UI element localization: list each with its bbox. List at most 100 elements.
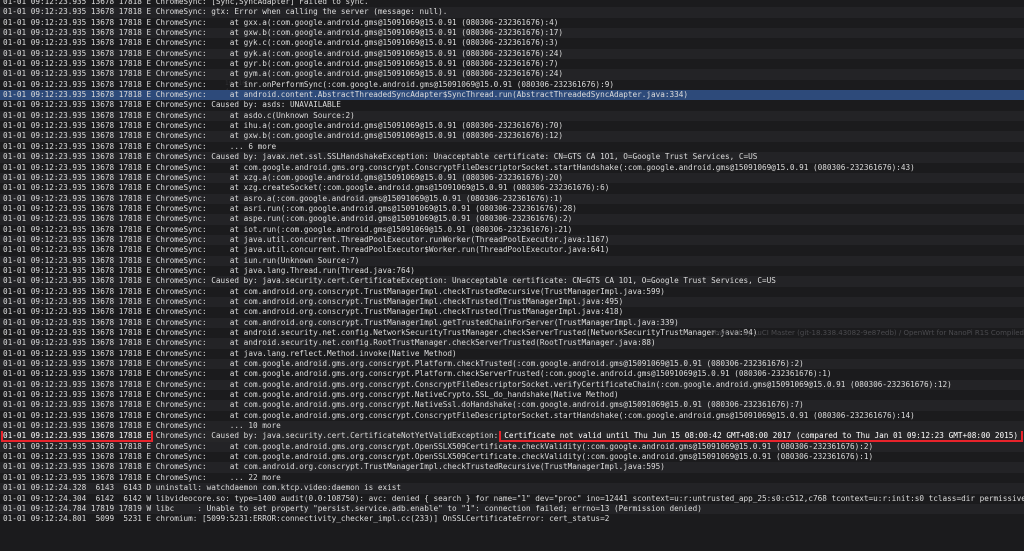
log-line[interactable]: 01-01 09:12:23.935 13678 17818 E ChromeS… bbox=[0, 349, 1024, 359]
log-message: ChromeSync: at aspe.run(:com.google.andr… bbox=[155, 214, 573, 224]
log-line[interactable]: 01-01 09:12:23.935 13678 17818 E ChromeS… bbox=[0, 152, 1024, 163]
log-message: ChromeSync: Caused by: java.security.cer… bbox=[155, 276, 776, 286]
log-line[interactable]: 01-01 09:12:23.935 13678 17818 E ChromeS… bbox=[0, 204, 1024, 214]
log-line[interactable]: 01-01 09:12:23.935 13678 17818 E ChromeS… bbox=[0, 121, 1024, 131]
log-message: ChromeSync: at com.android.org.conscrypt… bbox=[155, 307, 624, 317]
log-timestamp: 01-01 09:12:24.304 6142 6142 W bbox=[3, 493, 152, 503]
logcat-output[interactable]: 01-01 09:12:23.935 13678 17818 E ChromeS… bbox=[0, 0, 1024, 525]
log-line[interactable]: 01-01 09:12:23.935 13678 17818 E ChromeS… bbox=[0, 296, 1024, 308]
log-timestamp: 01-01 09:12:23.935 13678 17818 E bbox=[3, 400, 152, 410]
log-timestamp: 01-01 09:12:23.935 13678 17818 E bbox=[3, 255, 152, 265]
log-line[interactable]: 01-01 09:12:23.935 13678 17818 E ChromeS… bbox=[0, 245, 1024, 255]
log-line[interactable]: 01-01 09:12:23.935 13678 17818 E ChromeS… bbox=[0, 48, 1024, 60]
log-timestamp: 01-01 09:12:23.935 13678 17818 E bbox=[3, 69, 152, 79]
log-message: ChromeSync: at gxw.b(:com.google.android… bbox=[155, 131, 564, 141]
log-message: ChromeSync: at com.android.org.conscrypt… bbox=[155, 296, 624, 306]
log-timestamp: 01-01 09:12:23.935 13678 17818 E bbox=[3, 48, 152, 58]
log-timestamp: 01-01 09:12:23.935 13678 17818 E bbox=[3, 110, 152, 120]
log-line[interactable]: 01-01 09:12:23.935 13678 17818 E ChromeS… bbox=[0, 287, 1024, 297]
log-line[interactable]: 01-01 09:12:23.935 13678 17818 E ChromeS… bbox=[0, 338, 1024, 349]
log-message: uninstall: watchdaemon com.ktcp.video:da… bbox=[155, 483, 402, 493]
log-timestamp: 01-01 09:12:24.328 6143 6143 D bbox=[3, 483, 152, 493]
log-line[interactable]: 01-01 09:12:23.935 13678 17818 E ChromeS… bbox=[0, 266, 1024, 276]
log-line[interactable]: 01-01 09:12:23.935 13678 17818 E ChromeS… bbox=[0, 473, 1024, 483]
log-line[interactable]: 01-01 09:12:23.935 13678 17818 E ChromeS… bbox=[0, 390, 1024, 400]
log-timestamp: 01-01 09:12:23.935 13678 17818 E bbox=[3, 28, 152, 38]
log-timestamp: 01-01 09:12:23.935 13678 17818 E bbox=[3, 224, 152, 234]
log-message: ChromeSync: Caused by: asds: UNAVAILABLE bbox=[155, 100, 341, 110]
log-line[interactable]: 01-01 09:12:23.935 13678 17818 E ChromeS… bbox=[0, 131, 1024, 142]
log-line[interactable]: 01-01 09:12:23.935 13678 17818 E ChromeS… bbox=[0, 214, 1024, 225]
log-timestamp: 01-01 09:12:23.935 13678 17818 E bbox=[3, 369, 152, 379]
log-timestamp: 01-01 09:12:23.935 13678 17818 E bbox=[3, 390, 152, 400]
log-line[interactable]: 01-01 09:12:23.935 13678 17818 E ChromeS… bbox=[0, 142, 1024, 152]
log-message: libc : Unable to set property "persist.s… bbox=[155, 503, 702, 513]
log-message: ChromeSync: at gyr.b(:com.google.android… bbox=[155, 59, 559, 69]
log-timestamp: 01-01 09:12:23.935 13678 17818 E bbox=[3, 234, 152, 244]
log-timestamp: 01-01 09:12:23.935 13678 17818 E bbox=[3, 441, 152, 451]
log-line[interactable]: 01-01 09:12:23.935 13678 17818 E ChromeS… bbox=[0, 110, 1024, 122]
log-line[interactable]: 01-01 09:12:23.935 13678 17818 E ChromeS… bbox=[0, 411, 1024, 421]
log-timestamp: 01-01 09:12:23.935 13678 17818 E bbox=[3, 379, 152, 389]
log-timestamp: 01-01 09:12:23.935 13678 17818 E bbox=[3, 131, 152, 141]
log-timestamp: 01-01 09:12:23.935 13678 17818 E bbox=[3, 317, 152, 327]
log-line[interactable]: 01-01 09:12:23.935 13678 17818 E ChromeS… bbox=[0, 80, 1024, 90]
log-line[interactable]: 01-01 09:12:23.935 13678 17818 E ChromeS… bbox=[0, 38, 1024, 48]
log-line[interactable]: 01-01 09:12:23.935 13678 17818 E ChromeS… bbox=[0, 452, 1024, 462]
log-timestamp: 01-01 09:12:23.935 13678 17818 E bbox=[3, 162, 152, 172]
log-line[interactable]: 01-01 09:12:23.935 13678 17818 E ChromeS… bbox=[0, 369, 1024, 379]
log-timestamp: 01-01 09:12:23.935 13678 17818 E bbox=[3, 203, 152, 213]
log-line[interactable]: 01-01 09:12:23.935 13678 17818 E ChromeS… bbox=[0, 234, 1024, 246]
log-message: ChromeSync: at android.content.AbstractT… bbox=[155, 90, 689, 100]
log-line[interactable]: 01-01 09:12:23.935 13678 17818 E ChromeS… bbox=[0, 441, 1024, 453]
log-line[interactable]: 01-01 09:12:23.935 13678 17818 E ChromeS… bbox=[0, 100, 1024, 110]
log-message: ChromeSync: at asro.a(:com.google.androi… bbox=[155, 193, 564, 203]
log-line[interactable]: 01-01 09:12:23.935 13678 17818 E ChromeS… bbox=[0, 7, 1024, 18]
log-timestamp: 01-01 09:12:23.935 13678 17818 E bbox=[3, 141, 152, 151]
log-timestamp: 01-01 09:12:23.935 13678 17818 E bbox=[3, 7, 152, 17]
log-line[interactable]: 01-01 09:12:23.935 13678 17818 E ChromeS… bbox=[0, 276, 1024, 287]
log-timestamp: 01-01 09:12:23.935 13678 17818 E bbox=[3, 59, 152, 69]
log-line[interactable]: 01-01 09:12:23.935 13678 17818 E ChromeS… bbox=[0, 307, 1024, 317]
log-timestamp: 01-01 09:12:23.935 13678 17818 E bbox=[3, 245, 152, 255]
log-line[interactable]: 01-01 09:12:23.935 13678 17818 E ChromeS… bbox=[0, 0, 1024, 7]
log-line[interactable]: 01-01 09:12:23.935 13678 17818 E ChromeS… bbox=[0, 69, 1024, 80]
log-message: ChromeSync: at com.google.android.gms.or… bbox=[155, 162, 915, 172]
log-timestamp: 01-01 09:12:24.784 17819 17819 W bbox=[3, 503, 152, 513]
log-timestamp: 01-01 09:12:23.935 13678 17818 E bbox=[3, 265, 152, 275]
log-line[interactable]: 01-01 09:12:23.935 13678 17818 E ChromeS… bbox=[0, 28, 1024, 39]
log-message: ChromeSync: Caused by: javax.net.ssl.SSL… bbox=[155, 152, 758, 162]
log-line[interactable]: 01-01 09:12:23.935 13678 17818 E ChromeS… bbox=[0, 183, 1024, 193]
log-line[interactable]: 01-01 09:12:23.935 13678 17818 E ChromeS… bbox=[0, 225, 1024, 235]
log-timestamp: 01-01 09:12:23.935 13678 17818 E bbox=[3, 90, 152, 100]
log-line[interactable]: 01-01 09:12:24.328 6143 6143 D uninstall… bbox=[0, 483, 1024, 494]
log-message: ChromeSync: ... 10 more bbox=[155, 421, 281, 431]
log-timestamp: 01-01 09:12:23.935 13678 17818 E bbox=[3, 172, 152, 182]
log-line[interactable]: 01-01 09:12:24.784 17819 17819 W libc : … bbox=[0, 503, 1024, 515]
log-line[interactable]: 01-01 09:12:23.935 13678 17818 E ChromeS… bbox=[0, 193, 1024, 204]
log-message: ChromeSync: at iun.run(Unknown Source:7) bbox=[155, 255, 360, 265]
log-line[interactable]: 01-01 09:12:24.304 6142 6142 W libvideoc… bbox=[0, 494, 1024, 504]
certificate-error-highlight: Certificate not valid until Thu Jun 15 0… bbox=[499, 431, 1023, 442]
log-line[interactable]: 01-01 09:12:23.935 13678 17818 E ChromeS… bbox=[0, 400, 1024, 411]
log-line[interactable]: 01-01 09:12:23.935 13678 17818 E ChromeS… bbox=[0, 359, 1024, 370]
log-line[interactable]: 01-01 09:12:23.935 13678 17818 E ChromeS… bbox=[0, 462, 1024, 473]
log-line-highlighted[interactable]: 01-01 09:12:23.935 13678 17818 E ChromeS… bbox=[0, 431, 1024, 442]
log-timestamp: 01-01 09:12:23.935 13678 17818 E bbox=[3, 338, 152, 348]
log-line[interactable]: 01-01 09:12:23.935 13678 17818 E ChromeS… bbox=[0, 172, 1024, 184]
log-line[interactable]: 01-01 09:12:23.935 13678 17818 E ChromeS… bbox=[0, 163, 1024, 173]
log-line[interactable]: 01-01 09:12:23.935 13678 17818 E ChromeS… bbox=[0, 317, 1024, 328]
log-line[interactable]: 01-01 09:12:23.935 13678 17818 E ChromeS… bbox=[0, 421, 1024, 432]
log-message: ChromeSync: at com.google.android.gms.or… bbox=[155, 390, 619, 400]
log-message: ChromeSync: at com.google.android.gms.or… bbox=[155, 410, 915, 420]
log-line[interactable]: 01-01 09:12:23.935 13678 17818 E ChromeS… bbox=[0, 379, 1024, 391]
log-line[interactable]: 01-01 09:12:23.935 13678 17818 E ChromeS… bbox=[0, 18, 1024, 28]
highlighted-timestamp: 01-01 09:12:23.935 13678 17818 E bbox=[0, 431, 154, 442]
log-line[interactable]: 01-01 09:12:24.801 5099 5231 E chromium:… bbox=[0, 514, 1024, 524]
log-message: ChromeSync: at java.util.concurrent.Thre… bbox=[155, 234, 610, 244]
log-message: ChromeSync: at inr.onPerformSync(:com.go… bbox=[155, 79, 614, 89]
log-timestamp: 01-01 09:12:23.935 13678 17818 E bbox=[3, 462, 152, 472]
log-line[interactable]: 01-01 09:12:23.935 13678 17818 E ChromeS… bbox=[0, 90, 1024, 101]
log-line[interactable]: 01-01 09:12:23.935 13678 17818 E ChromeS… bbox=[0, 59, 1024, 69]
log-line[interactable]: 01-01 09:12:23.935 13678 17818 E ChromeS… bbox=[0, 255, 1024, 266]
